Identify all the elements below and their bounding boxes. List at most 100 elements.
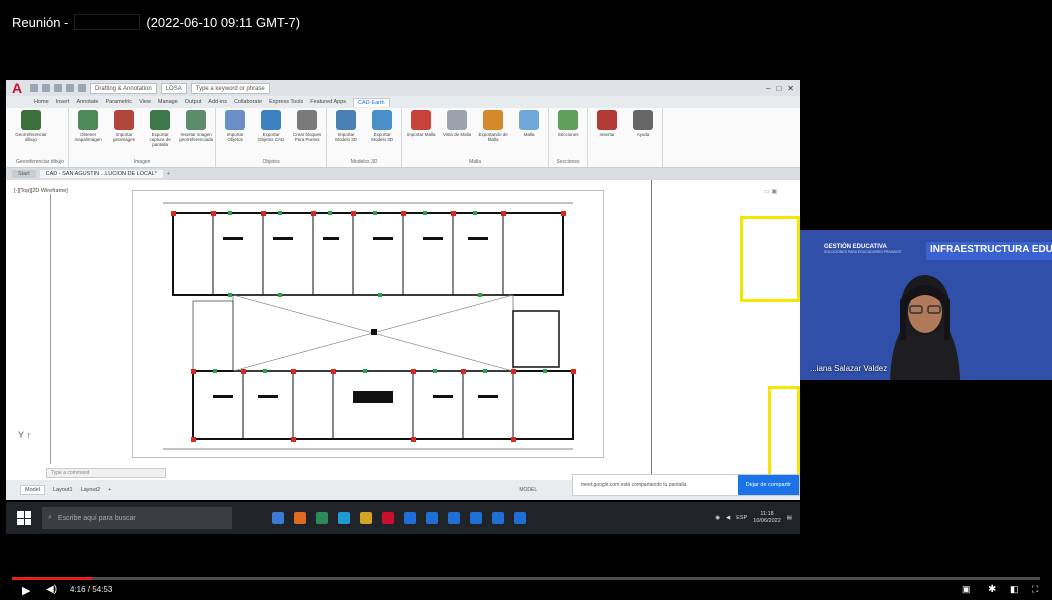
viewcube-icon[interactable]: ▭ ▣ [764,188,777,195]
windows-start-icon[interactable] [14,508,34,528]
save-icon[interactable] [54,84,62,92]
tab-drawing[interactable]: CAD - SAN AGUSTIN ...LUCION DE LOCAL* [39,170,163,178]
ribbon-tab[interactable]: View [139,99,151,105]
taskbar-app-icon[interactable] [338,512,350,524]
open-file-icon[interactable] [42,84,50,92]
close-icon[interactable]: ✕ [787,84,794,93]
ribbon-tool-button[interactable]: Exportando de Malla [478,110,508,159]
volume-icon[interactable]: ◀) [46,584,57,595]
language-indicator[interactable]: ESP [736,515,747,521]
taskbar-app-icon[interactable] [470,512,482,524]
ribbon-tab[interactable]: Manage [158,99,178,105]
ribbon-tab[interactable]: Insert [56,99,70,105]
taskbar-app-icon[interactable] [492,512,504,524]
ribbon-tab[interactable]: Express Tools [269,99,303,105]
tool-label: Importar Objetos [226,132,244,142]
ribbon-tab[interactable]: Output [185,99,202,105]
maximize-icon[interactable]: □ [776,84,781,93]
tab-model[interactable]: Model [20,485,45,495]
autocad-logo-icon[interactable]: A [12,81,26,95]
add-layout-button[interactable]: + [108,487,111,493]
participant-name: ...iana Salazar Valdez [810,364,888,373]
tool-icon [372,110,393,130]
drawing-sheet [132,190,604,458]
tool-label: Crear bloques Para Puntos [292,132,322,142]
settings-icon[interactable]: ✱ [988,584,996,595]
ribbon-tab[interactable]: Featured Apps [310,99,346,105]
tab-start[interactable]: Start [12,170,36,178]
tool-icon [261,110,282,130]
model-space-status[interactable]: MODEL [519,487,537,493]
participant-video: GESTIÓN EDUCATIVA SOLUCIONES PARA EDUCAD… [800,230,1052,380]
tool-label: Malla [523,132,535,137]
taskbar-app-icon[interactable] [426,512,438,524]
viewport-label[interactable]: [-][Top][2D Wireframe] [14,188,68,194]
taskbar-search-input[interactable]: ⌕ Escribe aquí para buscar [42,507,232,529]
ribbon-tool-button[interactable]: Exportar captura de pantalla [145,110,175,159]
tool-icon [411,110,432,130]
ribbon-tool-button[interactable]: Malla [514,110,544,159]
ribbon-tool-button[interactable]: Secciones [553,110,583,159]
volume-icon[interactable]: ◀ [726,515,730,521]
progress-bar[interactable] [12,577,1040,580]
new-file-icon[interactable] [30,84,38,92]
network-icon[interactable]: ◉ [715,515,720,521]
captions-icon[interactable]: ▣ [962,584,971,595]
participant-camera-image [890,275,960,380]
layer-select[interactable]: LOSA [160,82,187,94]
ribbon-group: Importar Modelo 3D Exportar Modelo 3D Mode… [327,108,403,167]
ribbon-tab[interactable]: CAD-Earth [353,97,390,107]
fullscreen-icon[interactable]: ⛶ [1032,584,1038,595]
ribbon-tool-button[interactable]: Vista de Malla [442,110,472,159]
tool-label: Secciones [557,132,579,137]
tab-layout1[interactable]: Layout1 [53,487,73,493]
ribbon-tab[interactable]: Add-ins [208,99,227,105]
play-icon[interactable]: ▶ [22,584,30,597]
drawing-viewport[interactable]: [-][Top][2D Wireframe] Y ↑ Type a comman… [6,180,800,480]
ribbon-group: Georreferenciar dibujo Georeferenciar dib… [12,108,70,167]
taskbar-app-icon[interactable] [294,512,306,524]
shared-screen: A Drafting & Annotation LOSA Type a keyw… [6,80,800,500]
floor-plan-drawing [163,202,576,450]
tool-label: Importar Modelo 3D [335,132,357,142]
ribbon-tool-button[interactable]: Insertar imagen georreferenciada [179,110,213,159]
taskbar-app-icon[interactable] [514,512,526,524]
new-tab-button[interactable]: + [167,171,170,177]
taskbar-app-icon[interactable] [382,512,394,524]
ribbon-tool-button[interactable]: Georreferenciar dibujo [15,110,47,159]
ribbon-tool-button[interactable]: Exportar Modelo 3D [367,110,397,159]
taskbar-app-icon[interactable] [272,512,284,524]
ribbon-tool-button[interactable]: Importar Modelo 3D [331,110,361,159]
ribbon-tab[interactable]: Collaborate [234,99,262,105]
window-controls: – □ ✕ [766,84,800,93]
print-icon[interactable] [78,84,86,92]
ribbon-tool-button[interactable]: Importar Malla [406,110,436,159]
minimize-icon[interactable]: – [766,84,770,93]
ribbon-tool-button[interactable]: Exportar Objetos CAD [256,110,286,159]
taskbar-app-icon[interactable] [448,512,460,524]
ribbon-tab[interactable]: Annotate [76,99,98,105]
taskbar-app-icon[interactable] [360,512,372,524]
ribbon-tool-button[interactable]: Obtener mapa/imagen [73,110,103,159]
ribbon-tool-button[interactable]: Crear bloques Para Puntos [292,110,322,159]
notifications-icon[interactable]: ▤ [787,515,792,521]
ribbon-tool-button[interactable]: Ayuda [628,110,658,165]
taskbar-clock[interactable]: 11:18 10/06/2022 [753,511,781,525]
miniplayer-icon[interactable]: ◧ [1010,584,1019,595]
help-search-input[interactable]: Type a keyword or phrase [190,82,270,94]
ribbon-group-title: Objetos [262,159,280,165]
ribbon-tab[interactable]: Parametric [105,99,132,105]
tool-icon [297,110,318,130]
ribbon-tool-button[interactable]: Importar geoimagen [109,110,139,159]
save-as-icon[interactable] [66,84,74,92]
ribbon-tab[interactable]: Home [34,99,49,105]
tool-label: Vista de Malla [443,132,472,137]
ribbon-tool-button[interactable]: Importar Objetos [220,110,250,159]
ribbon-tool-button[interactable]: Insertar [592,110,622,165]
command-line-input[interactable]: Type a command [46,468,166,478]
workspace-select[interactable]: Drafting & Annotation [90,82,157,94]
taskbar-app-icon[interactable] [316,512,328,524]
taskbar-app-icon[interactable] [404,512,416,524]
tab-layout2[interactable]: Layout2 [81,487,101,493]
stop-sharing-button[interactable]: Dejar de compartir [737,475,799,495]
